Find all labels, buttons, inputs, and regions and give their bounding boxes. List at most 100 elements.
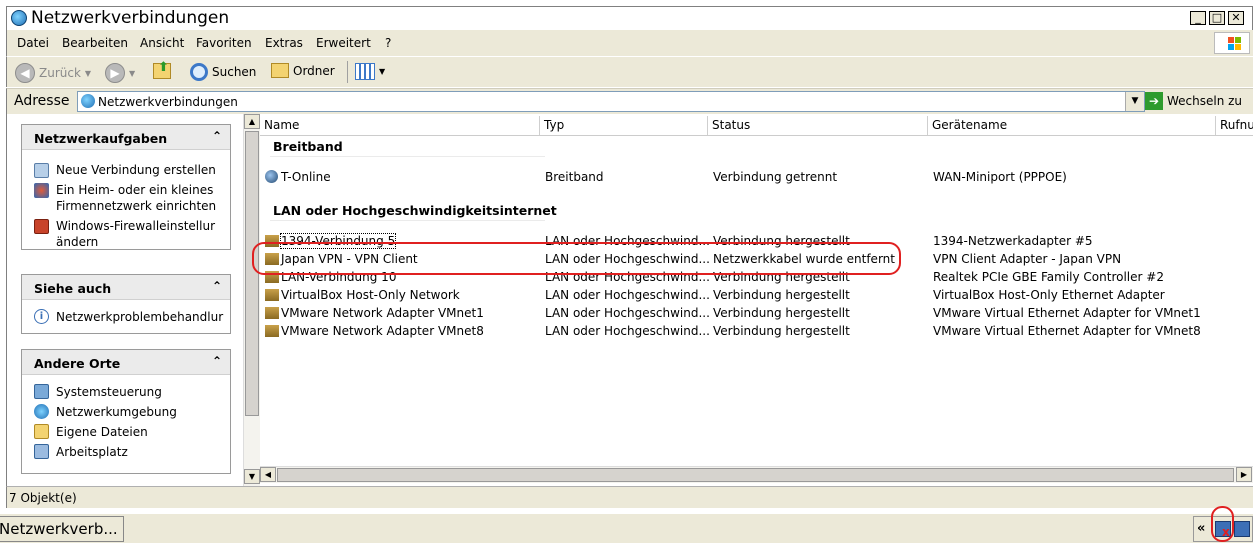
row-name-text: VirtualBox Host-Only Network bbox=[281, 288, 460, 302]
table-row[interactable]: VMware Network Adapter VMnet8 LAN oder H… bbox=[260, 322, 1253, 340]
maximize-button[interactable]: □ bbox=[1209, 11, 1225, 25]
window-title: Netzwerkverbindungen bbox=[31, 8, 230, 28]
firewall-icon bbox=[34, 219, 49, 234]
place-control-panel[interactable]: Systemsteuerung bbox=[56, 384, 231, 400]
scroll-down-icon[interactable]: ▼ bbox=[244, 469, 260, 484]
row-device: VPN Client Adapter - Japan VPN bbox=[933, 252, 1122, 266]
row-device: 1394-Netzwerkadapter #5 bbox=[933, 234, 1093, 248]
close-button[interactable]: ✕ bbox=[1228, 11, 1244, 25]
up-button[interactable]: ⬆ bbox=[153, 60, 171, 79]
info-icon: i bbox=[34, 309, 49, 324]
row-name: VMware Network Adapter VMnet1 bbox=[265, 304, 484, 322]
toolbar-separator bbox=[347, 61, 348, 83]
row-type: Breitband bbox=[545, 170, 604, 184]
collapse-chevron-icon[interactable]: ⌃ bbox=[212, 279, 222, 293]
tray-icon-highlight bbox=[1211, 506, 1234, 542]
go-arrow-icon: ➔ bbox=[1145, 92, 1163, 110]
address-field[interactable]: Netzwerkverbindungen ▼ bbox=[77, 91, 1145, 112]
other-places-box: Andere Orte ⌃ Systemsteuerung Netzwerkumg… bbox=[21, 349, 231, 474]
folders-button[interactable]: Ordner bbox=[271, 63, 335, 78]
task-firewall[interactable]: Windows-Firewalleinstellur ändern bbox=[56, 218, 231, 250]
network-tasks-box: Netzwerkaufgaben ⌃ Neue Verbindung erstel… bbox=[21, 124, 231, 250]
my-computer-icon bbox=[34, 444, 49, 459]
views-button[interactable]: ▼ bbox=[355, 63, 385, 80]
views-icon bbox=[355, 63, 375, 80]
place-my-computer[interactable]: Arbeitsplatz bbox=[56, 444, 231, 460]
control-panel-icon bbox=[34, 384, 49, 399]
tray-expand-icon[interactable]: « bbox=[1197, 521, 1205, 536]
column-header: Name Typ Status Gerätename Rufnu bbox=[260, 116, 1253, 136]
table-row[interactable]: T-Online Breitband Verbindung getrennt W… bbox=[260, 168, 1253, 186]
task-pane-scrollbar[interactable]: ▲ ▼ bbox=[243, 114, 260, 486]
group-divider bbox=[270, 220, 545, 221]
row-name: VirtualBox Host-Only Network bbox=[265, 286, 460, 304]
horizontal-scrollbar[interactable]: ◀ ▶ bbox=[260, 466, 1253, 483]
search-label: Suchen bbox=[212, 65, 257, 79]
collapse-chevron-icon[interactable]: ⌃ bbox=[212, 354, 222, 368]
search-icon bbox=[190, 63, 208, 81]
scroll-right-icon[interactable]: ▶ bbox=[1236, 467, 1252, 482]
table-row[interactable]: VMware Network Adapter VMnet1 LAN oder H… bbox=[260, 304, 1253, 322]
place-my-documents[interactable]: Eigene Dateien bbox=[56, 424, 231, 440]
row-device: Realtek PCIe GBE Family Controller #2 bbox=[933, 270, 1164, 284]
task-new-connection[interactable]: Neue Verbindung erstellen bbox=[56, 162, 231, 178]
lan-connection-icon bbox=[265, 325, 279, 337]
row-name-text: T-Online bbox=[281, 170, 331, 184]
row-status: Verbindung hergestellt bbox=[713, 306, 850, 320]
menu-help[interactable]: ? bbox=[385, 36, 391, 50]
status-text: 7 Objekt(e) bbox=[9, 491, 77, 505]
group-broadband: Breitband bbox=[273, 139, 343, 154]
row-status: Verbindung getrennt bbox=[713, 170, 838, 184]
back-button[interactable]: ◀ Zurück ▼ bbox=[15, 63, 91, 83]
row-device: VirtualBox Host-Only Ethernet Adapter bbox=[933, 288, 1165, 302]
network-tray-icon[interactable] bbox=[1234, 521, 1250, 537]
row-status: Verbindung hergestellt bbox=[713, 324, 850, 338]
task-pane-scroll-thumb[interactable] bbox=[245, 131, 259, 416]
horizontal-scroll-thumb[interactable] bbox=[277, 468, 1234, 482]
other-places-title: Andere Orte bbox=[34, 356, 121, 371]
row-status: Verbindung hergestellt bbox=[713, 288, 850, 302]
column-type[interactable]: Typ bbox=[540, 116, 708, 135]
menu-erweitert[interactable]: Erweitert bbox=[316, 36, 371, 50]
menu-ansicht[interactable]: Ansicht bbox=[140, 36, 184, 50]
column-device[interactable]: Gerätename bbox=[928, 116, 1216, 135]
address-value: Netzwerkverbindungen bbox=[98, 95, 238, 109]
table-row[interactable]: VirtualBox Host-Only Network LAN oder Ho… bbox=[260, 286, 1253, 304]
network-connections-icon bbox=[11, 10, 27, 26]
vpn-row-highlight bbox=[252, 242, 901, 275]
address-bar: Adresse Netzwerkverbindungen ▼ ➔ Wechsel… bbox=[6, 88, 1253, 114]
column-name[interactable]: Name bbox=[260, 116, 540, 135]
network-tasks-header[interactable]: Netzwerkaufgaben ⌃ bbox=[22, 125, 230, 150]
forward-button[interactable]: ▶ ▼ bbox=[105, 63, 135, 83]
go-label: Wechseln zu bbox=[1167, 94, 1243, 108]
row-device: VMware Virtual Ethernet Adapter for VMne… bbox=[933, 324, 1201, 338]
title-bar[interactable]: Netzwerkverbindungen _ □ ✕ bbox=[6, 6, 1253, 30]
minimize-button[interactable]: _ bbox=[1190, 11, 1206, 25]
task-home-network[interactable]: Ein Heim- oder ein kleines Firmennetzwer… bbox=[56, 182, 231, 214]
task-troubleshooter[interactable]: Netzwerkproblembehandlur bbox=[56, 309, 231, 325]
go-button[interactable]: ➔ Wechseln zu bbox=[1145, 92, 1242, 110]
column-status[interactable]: Status bbox=[708, 116, 928, 135]
search-button[interactable]: Suchen bbox=[190, 63, 256, 81]
see-also-header[interactable]: Siehe auch ⌃ bbox=[22, 275, 230, 300]
scroll-left-icon[interactable]: ◀ bbox=[260, 467, 276, 482]
menu-bearbeiten[interactable]: Bearbeiten bbox=[62, 36, 128, 50]
taskbar-window-button[interactable]: Netzwerkverb... bbox=[0, 516, 124, 542]
menu-bar: Datei Bearbeiten Ansicht Favoriten Extra… bbox=[6, 30, 1253, 56]
menu-favoriten[interactable]: Favoriten bbox=[196, 36, 252, 50]
row-name: T-Online bbox=[265, 168, 331, 186]
collapse-chevron-icon[interactable]: ⌃ bbox=[212, 129, 222, 143]
row-type: LAN oder Hochgeschwind... bbox=[545, 306, 710, 320]
place-network-places[interactable]: Netzwerkumgebung bbox=[56, 404, 231, 420]
group-lan: LAN oder Hochgeschwindigkeitsinternet bbox=[273, 203, 557, 218]
lan-connection-icon bbox=[265, 289, 279, 301]
menu-datei[interactable]: Datei bbox=[17, 36, 49, 50]
scroll-up-icon[interactable]: ▲ bbox=[244, 114, 260, 129]
group-divider bbox=[270, 156, 545, 157]
column-phone[interactable]: Rufnu bbox=[1216, 116, 1253, 135]
address-dropdown-icon[interactable]: ▼ bbox=[1125, 92, 1144, 111]
menu-extras[interactable]: Extras bbox=[265, 36, 303, 50]
new-connection-icon bbox=[34, 163, 49, 178]
row-name: VMware Network Adapter VMnet8 bbox=[265, 322, 484, 340]
other-places-header[interactable]: Andere Orte ⌃ bbox=[22, 350, 230, 375]
